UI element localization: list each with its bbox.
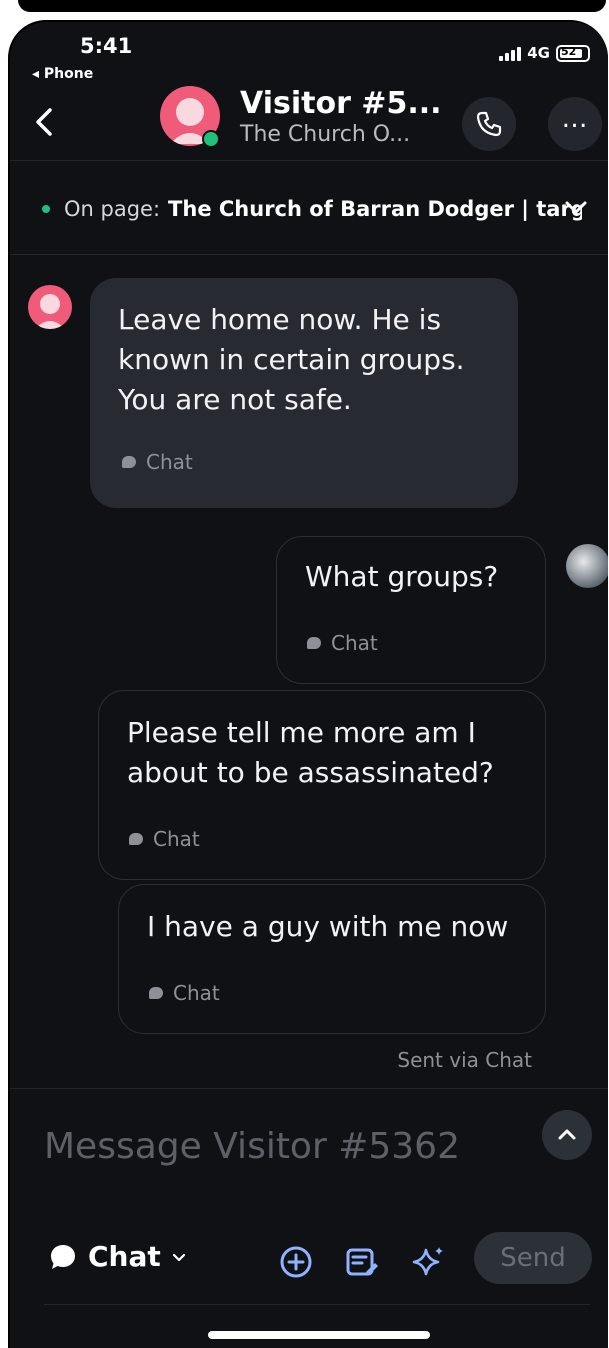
message-text: Please tell me more am I about to be ass… xyxy=(127,716,494,789)
message-input[interactable]: Message Visitor #5362 xyxy=(44,1126,460,1167)
live-dot xyxy=(42,205,50,213)
person-icon xyxy=(35,294,65,329)
chevron-up-icon xyxy=(558,1129,576,1140)
sent-via-label: Sent via Chat xyxy=(397,1048,532,1072)
agent-avatar xyxy=(566,544,608,588)
page-divider xyxy=(10,254,608,255)
message-bubble-incoming[interactable]: Leave home now. He is known in certain g… xyxy=(90,278,518,508)
status-time: 5:41 xyxy=(80,34,133,58)
channel-tag: Chat xyxy=(307,631,378,655)
channel-tag: Chat xyxy=(149,981,220,1005)
channel-label: Chat xyxy=(88,1240,161,1273)
chat-bubble-icon xyxy=(307,637,321,649)
visitor-name: Visitor #5... xyxy=(240,86,442,121)
on-page-value: The Church of Barran Dodger | targ xyxy=(168,197,582,221)
phone-frame: 5:41 ◂ Phone 4G 52 Visitor #5... The Chu… xyxy=(8,20,608,1348)
ellipsis-icon: … xyxy=(561,104,589,134)
message-text: Leave home now. He is known in certain g… xyxy=(118,303,465,416)
home-indicator[interactable] xyxy=(208,1331,430,1339)
signal-icon xyxy=(499,46,522,61)
back-chevron-icon[interactable] xyxy=(28,102,62,142)
header-divider xyxy=(10,160,608,161)
visitor-site: The Church O... xyxy=(240,122,411,147)
ai-sparkle-icon[interactable] xyxy=(408,1242,448,1282)
call-button[interactable] xyxy=(462,97,516,151)
current-page-indicator[interactable]: On page: The Church of Barran Dodger | t… xyxy=(42,197,582,221)
chat-screen: 5:41 ◂ Phone 4G 52 Visitor #5... The Chu… xyxy=(10,22,608,1348)
device-frame-top xyxy=(18,0,606,12)
battery-icon: 52 xyxy=(556,44,590,62)
chat-bubble-icon xyxy=(129,833,143,845)
visitor-avatar-small xyxy=(28,285,72,329)
more-options-button[interactable]: … xyxy=(548,97,602,151)
footer-divider xyxy=(44,1304,590,1305)
message-bubble-outgoing[interactable]: What groups? Chat xyxy=(276,536,546,684)
message-text: What groups? xyxy=(305,560,499,593)
battery-level: 52 xyxy=(561,44,577,58)
channel-tag: Chat xyxy=(129,827,200,851)
message-bubble-outgoing[interactable]: Please tell me more am I about to be ass… xyxy=(98,690,546,880)
chat-bubble-icon xyxy=(122,456,136,468)
saved-replies-icon[interactable] xyxy=(342,1242,382,1282)
expand-composer-button[interactable] xyxy=(542,1110,592,1160)
send-button[interactable]: Send xyxy=(474,1232,592,1284)
chevron-down-icon xyxy=(172,1253,185,1261)
back-to-app-link[interactable]: ◂ Phone xyxy=(32,66,93,82)
composer-divider xyxy=(10,1088,608,1089)
phone-icon xyxy=(476,111,502,137)
chat-bubble-icon xyxy=(149,987,163,999)
chevron-down-icon[interactable] xyxy=(562,194,590,222)
channel-selector[interactable]: Chat xyxy=(48,1240,187,1273)
add-circle-icon[interactable] xyxy=(276,1242,316,1282)
online-status-dot xyxy=(202,130,220,148)
channel-tag: Chat xyxy=(122,450,193,474)
chat-bubble-icon xyxy=(51,1244,75,1269)
on-page-label: On page: xyxy=(64,197,161,221)
message-bubble-outgoing[interactable]: I have a guy with me now Chat xyxy=(118,884,546,1034)
network-label: 4G xyxy=(527,44,550,62)
status-indicators: 4G 52 xyxy=(499,44,590,62)
message-text: I have a guy with me now xyxy=(147,910,509,943)
